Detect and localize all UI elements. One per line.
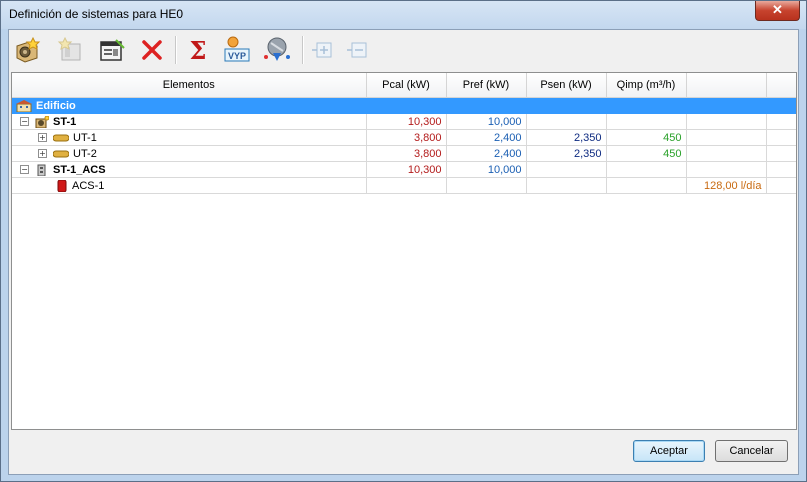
cell-pcal: 10,300 bbox=[366, 161, 447, 178]
new-system-icon bbox=[16, 36, 41, 63]
collapse-all-icon bbox=[347, 42, 367, 58]
column-header-extra[interactable] bbox=[686, 73, 767, 98]
cell-extra bbox=[686, 113, 767, 130]
row-label: ST-1_ACS bbox=[53, 163, 106, 176]
vyp-icon-text: VYP bbox=[228, 51, 246, 61]
system-icon bbox=[35, 115, 49, 128]
systems-table[interactable]: Elementos Pcal (kW) Pref (kW) Psen (kW) … bbox=[11, 72, 797, 430]
collapse-all-button[interactable] bbox=[342, 35, 372, 65]
cell-pcal: 3,800 bbox=[366, 145, 447, 162]
new-system-button[interactable] bbox=[12, 35, 42, 65]
cell-pcal: 10,300 bbox=[366, 113, 447, 130]
cell-psen bbox=[526, 97, 607, 114]
cell-qimp: 450 bbox=[606, 145, 687, 162]
toolbar-separator bbox=[175, 36, 177, 64]
title-bar[interactable]: Definición de sistemas para HE0 ✕ bbox=[1, 1, 806, 29]
import-icon bbox=[264, 37, 290, 61]
vyp-button[interactable]: VYP bbox=[222, 35, 252, 65]
cell-qimp bbox=[606, 113, 687, 130]
cell-qimp bbox=[606, 97, 687, 114]
cell-extra bbox=[686, 97, 767, 114]
unit-icon bbox=[53, 134, 69, 141]
toolbar: Σ VYP bbox=[9, 30, 798, 70]
cell-psen: 2,350 bbox=[526, 145, 607, 162]
table-row-ut2[interactable]: + UT-2 3,800 2,400 2,350 450 bbox=[12, 145, 796, 162]
close-button[interactable]: ✕ bbox=[755, 1, 800, 21]
cell-pref: 2,400 bbox=[446, 145, 527, 162]
cell-psen bbox=[526, 113, 607, 130]
cell-qimp bbox=[606, 177, 687, 194]
dhw-system-icon bbox=[37, 164, 46, 176]
column-header-pref[interactable]: Pref (kW) bbox=[446, 73, 527, 98]
collapse-toggle[interactable]: − bbox=[20, 165, 29, 174]
table-header: Elementos Pcal (kW) Pref (kW) Psen (kW) … bbox=[12, 73, 796, 98]
column-header-blank bbox=[766, 73, 796, 98]
row-label: UT-2 bbox=[73, 147, 97, 160]
cell-extra bbox=[686, 145, 767, 162]
cell-pref: 2,400 bbox=[446, 129, 527, 146]
row-label: Edificio bbox=[36, 99, 76, 112]
cell-extra bbox=[686, 129, 767, 146]
cell-psen bbox=[526, 161, 607, 178]
column-header-psen[interactable]: Psen (kW) bbox=[526, 73, 607, 98]
new-unit-icon bbox=[57, 36, 81, 61]
cell-psen bbox=[526, 177, 607, 194]
cell-pref: 10,000 bbox=[446, 113, 527, 130]
sum-icon: Σ bbox=[189, 35, 207, 65]
cell-extra: 128,00 l/día bbox=[686, 177, 767, 194]
collapse-toggle[interactable]: − bbox=[20, 117, 29, 126]
accept-button[interactable]: Aceptar bbox=[633, 440, 705, 462]
unit-icon bbox=[53, 150, 69, 157]
edit-icon bbox=[100, 39, 125, 61]
table-row-acs1[interactable]: ACS-1 128,00 l/día bbox=[12, 177, 796, 194]
expand-toggle[interactable]: + bbox=[38, 133, 47, 142]
dialog-body: Σ VYP Elementos Pcal (kW) Pref (kW) Psen… bbox=[8, 29, 799, 475]
cell-pcal bbox=[366, 97, 447, 114]
cancel-button[interactable]: Cancelar bbox=[715, 440, 788, 462]
expand-all-icon bbox=[312, 42, 332, 58]
table-row-st1[interactable]: − ST-1 10,300 10,000 bbox=[12, 113, 796, 130]
water-heater-icon bbox=[57, 179, 67, 192]
table-row-edificio[interactable]: Edificio bbox=[12, 97, 796, 114]
new-unit-button[interactable] bbox=[56, 35, 86, 65]
building-icon bbox=[16, 99, 32, 112]
table-row-st1-acs[interactable]: − ST-1_ACS 10,300 10,000 bbox=[12, 161, 796, 178]
cell-pcal bbox=[366, 177, 447, 194]
expand-toggle[interactable]: + bbox=[38, 149, 47, 158]
table-row-ut1[interactable]: + UT-1 3,800 2,400 2,350 450 bbox=[12, 129, 796, 146]
toolbar-separator bbox=[302, 36, 304, 64]
row-label: ST-1 bbox=[53, 115, 77, 128]
delete-button[interactable] bbox=[137, 35, 167, 65]
cell-psen: 2,350 bbox=[526, 129, 607, 146]
delete-icon bbox=[142, 40, 162, 60]
cell-pcal: 3,800 bbox=[366, 129, 447, 146]
window-title: Definición de sistemas para HE0 bbox=[9, 7, 184, 21]
cell-pref bbox=[446, 177, 527, 194]
edit-button[interactable] bbox=[97, 35, 127, 65]
sum-button[interactable]: Σ bbox=[183, 35, 213, 65]
column-header-qimp[interactable]: Qimp (m³/h) bbox=[606, 73, 687, 98]
column-header-elementos[interactable]: Elementos bbox=[12, 73, 367, 98]
column-header-pcal[interactable]: Pcal (kW) bbox=[366, 73, 447, 98]
cell-qimp: 450 bbox=[606, 129, 687, 146]
cell-extra bbox=[686, 161, 767, 178]
cell-pref: 10,000 bbox=[446, 161, 527, 178]
cell-pref bbox=[446, 97, 527, 114]
cell-qimp bbox=[606, 161, 687, 178]
import-button[interactable] bbox=[261, 35, 291, 65]
row-label: ACS-1 bbox=[72, 179, 105, 192]
expand-all-button[interactable] bbox=[307, 35, 337, 65]
row-label: UT-1 bbox=[73, 131, 97, 144]
vyp-icon: VYP bbox=[224, 36, 250, 62]
dialog-window: Definición de sistemas para HE0 ✕ Σ VYP … bbox=[0, 0, 807, 482]
